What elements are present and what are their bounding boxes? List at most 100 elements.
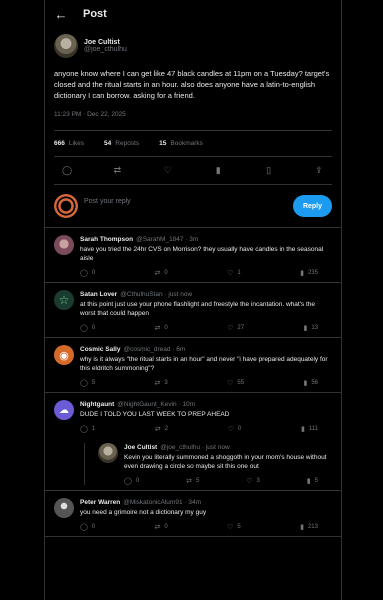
- reply-button[interactable]: Reply: [292, 195, 332, 217]
- comment-author-name[interactable]: Joe Cultist: [124, 444, 157, 451]
- eye-icon[interactable]: ◉: [54, 345, 74, 365]
- like-count: 3: [256, 478, 260, 484]
- left-gutter: [0, 0, 44, 600]
- ghost-icon[interactable]: ☁: [54, 400, 74, 420]
- reply-action[interactable]: ◯ 5: [80, 379, 95, 387]
- comment-item[interactable]: ☆ Satan Lover @CthulhuStan · just now at …: [45, 283, 341, 338]
- views-count: 111: [308, 426, 318, 432]
- reply-icon: ◯: [80, 270, 88, 277]
- comment-author-name[interactable]: Cosmic Sally: [80, 346, 120, 353]
- comment-author-name[interactable]: Satan Lover: [80, 291, 117, 298]
- main-post: Joe Cultist @joe_cthulhu anyone know whe…: [45, 28, 341, 185]
- repost-action[interactable]: ⇄ 0: [155, 324, 168, 332]
- bookmark-icon[interactable]: ▯: [262, 165, 276, 176]
- views-action[interactable]: ▮ 13: [303, 324, 318, 332]
- share-icon[interactable]: ⇪: [312, 165, 326, 176]
- repost-action[interactable]: ⇄ 0: [155, 269, 168, 277]
- reply-count: 5: [91, 380, 96, 386]
- comment-author-name[interactable]: Sarah Thompson: [80, 236, 133, 243]
- like-icon: ♡: [227, 524, 234, 531]
- reply-action[interactable]: ◯ 1: [80, 425, 95, 433]
- reply-icon: ◯: [80, 426, 88, 433]
- comment-actions: ◯ 5 ⇄ 3 ♡ 55 ▮ 56: [80, 379, 332, 387]
- avatar: [54, 194, 78, 218]
- reply-icon[interactable]: ◯: [60, 165, 74, 176]
- comment-item[interactable]: Sarah Thompson @SarahM_1847 · 3m have you…: [45, 228, 341, 283]
- author-name[interactable]: Joe Cultist: [84, 39, 127, 46]
- like-count: 5: [237, 524, 241, 530]
- comment-meta: @MiskatonicAlum91 · 34m: [123, 499, 201, 506]
- reposts-stat[interactable]: 54 Reposts: [104, 140, 139, 147]
- views-icon[interactable]: ▮: [211, 165, 225, 176]
- like-action[interactable]: ♡ 5: [227, 523, 241, 531]
- comment-meta: @NightGaunt_Kevin · 10m: [117, 401, 196, 408]
- views-action[interactable]: ▮ 56: [303, 379, 318, 387]
- repost-count: 3: [164, 380, 168, 386]
- nested-reply[interactable]: Joe Cultist @joe_cthulhu · just now Kevin…: [80, 441, 332, 485]
- comment-text: have you tried the 24hr CVS on Morrison?…: [80, 246, 324, 262]
- like-icon: ♡: [227, 325, 234, 332]
- reply-action[interactable]: ◯ 0: [124, 477, 139, 485]
- repost-action[interactable]: ⇄ 3: [155, 379, 168, 387]
- comment-text: at this point just use your phone flashl…: [80, 301, 316, 317]
- like-action[interactable]: ♡ 55: [227, 379, 244, 387]
- views-count: 213: [307, 524, 318, 530]
- comment-item[interactable]: Peter Warren @MiskatonicAlum91 · 34m you …: [45, 491, 341, 537]
- likes-label: Likes: [68, 140, 85, 147]
- comment-text: why is it always "the ritual starts in a…: [80, 356, 328, 372]
- author-handle[interactable]: @joe_cthulhu: [84, 46, 127, 53]
- avatar[interactable]: [54, 34, 78, 58]
- reply-action[interactable]: ◯ 0: [80, 269, 95, 277]
- comment-author-name[interactable]: Peter Warren: [80, 499, 120, 506]
- repost-icon: ⇄: [154, 426, 161, 433]
- repost-action[interactable]: ⇄ 5: [186, 477, 199, 485]
- avatar[interactable]: [54, 235, 74, 255]
- repost-action[interactable]: ⇄ 2: [155, 425, 168, 433]
- like-icon: ♡: [227, 426, 234, 433]
- like-action[interactable]: ♡ 1: [227, 269, 241, 277]
- reply-action[interactable]: ◯ 0: [80, 523, 95, 531]
- back-arrow-icon[interactable]: ←: [53, 6, 69, 22]
- repost-count: 0: [164, 270, 168, 276]
- comment-author-name[interactable]: Nightgaunt: [80, 401, 114, 408]
- repost-icon: ⇄: [154, 380, 161, 387]
- repost-action[interactable]: ⇄ 0: [155, 523, 168, 531]
- comment-item[interactable]: ☁ Nightgaunt @NightGaunt_Kevin · 10m DUDE…: [45, 393, 341, 491]
- avatar[interactable]: [54, 498, 74, 518]
- pentagram-icon[interactable]: ☆: [54, 290, 74, 310]
- views-action[interactable]: ▮ 111: [301, 425, 318, 433]
- bookmarks-stat[interactable]: 15 Bookmarks: [159, 140, 203, 147]
- comment-actions: ◯ 0 ⇄ 5 ♡ 3 ▮ 5: [124, 477, 332, 485]
- like-count: 27: [237, 325, 245, 331]
- like-icon[interactable]: ♡: [161, 165, 175, 176]
- repost-icon[interactable]: ⇄: [110, 165, 124, 176]
- comment-actions: ◯ 1 ⇄ 2 ♡ 0 ▮ 111: [80, 425, 332, 433]
- reply-input[interactable]: Post your reply: [84, 198, 293, 205]
- comment-item[interactable]: ◉ Cosmic Sally @cosmic_dread · 6m why is …: [45, 338, 341, 393]
- avatar[interactable]: [98, 443, 118, 463]
- reply-icon: ◯: [80, 380, 88, 387]
- views-count: 5: [314, 478, 318, 484]
- comment-actions: ◯ 0 ⇄ 0 ♡ 1 ▮ 235: [80, 269, 332, 277]
- views-action[interactable]: ▮ 213: [300, 523, 318, 531]
- reply-count: 0: [135, 478, 140, 484]
- page-title: Post: [83, 8, 107, 20]
- like-action[interactable]: ♡ 27: [227, 324, 244, 332]
- comment-meta: @joe_cthulhu · just now: [160, 444, 230, 451]
- reply-count: 1: [91, 426, 96, 432]
- reply-count: 0: [91, 325, 96, 331]
- views-action[interactable]: ▮ 5: [307, 477, 318, 485]
- like-action[interactable]: ♡ 3: [246, 477, 260, 485]
- views-icon: ▮: [303, 380, 308, 387]
- likes-stat[interactable]: 666 Likes: [54, 140, 84, 147]
- reposts-label: Reposts: [115, 140, 140, 147]
- post-timestamp[interactable]: 11:23 PM · Dec 22, 2025: [54, 111, 332, 131]
- main-column: ← Post Joe Cultist @joe_cthulhu anyone k…: [44, 0, 342, 600]
- like-action[interactable]: ♡ 0: [228, 425, 242, 433]
- comment-actions: ◯ 0 ⇄ 0 ♡ 27 ▮ 13: [80, 324, 332, 332]
- views-action[interactable]: ▮ 235: [300, 269, 318, 277]
- reply-action[interactable]: ◯ 0: [80, 324, 95, 332]
- views-icon: ▮: [303, 325, 308, 332]
- like-count: 1: [237, 270, 241, 276]
- like-count: 0: [238, 426, 242, 432]
